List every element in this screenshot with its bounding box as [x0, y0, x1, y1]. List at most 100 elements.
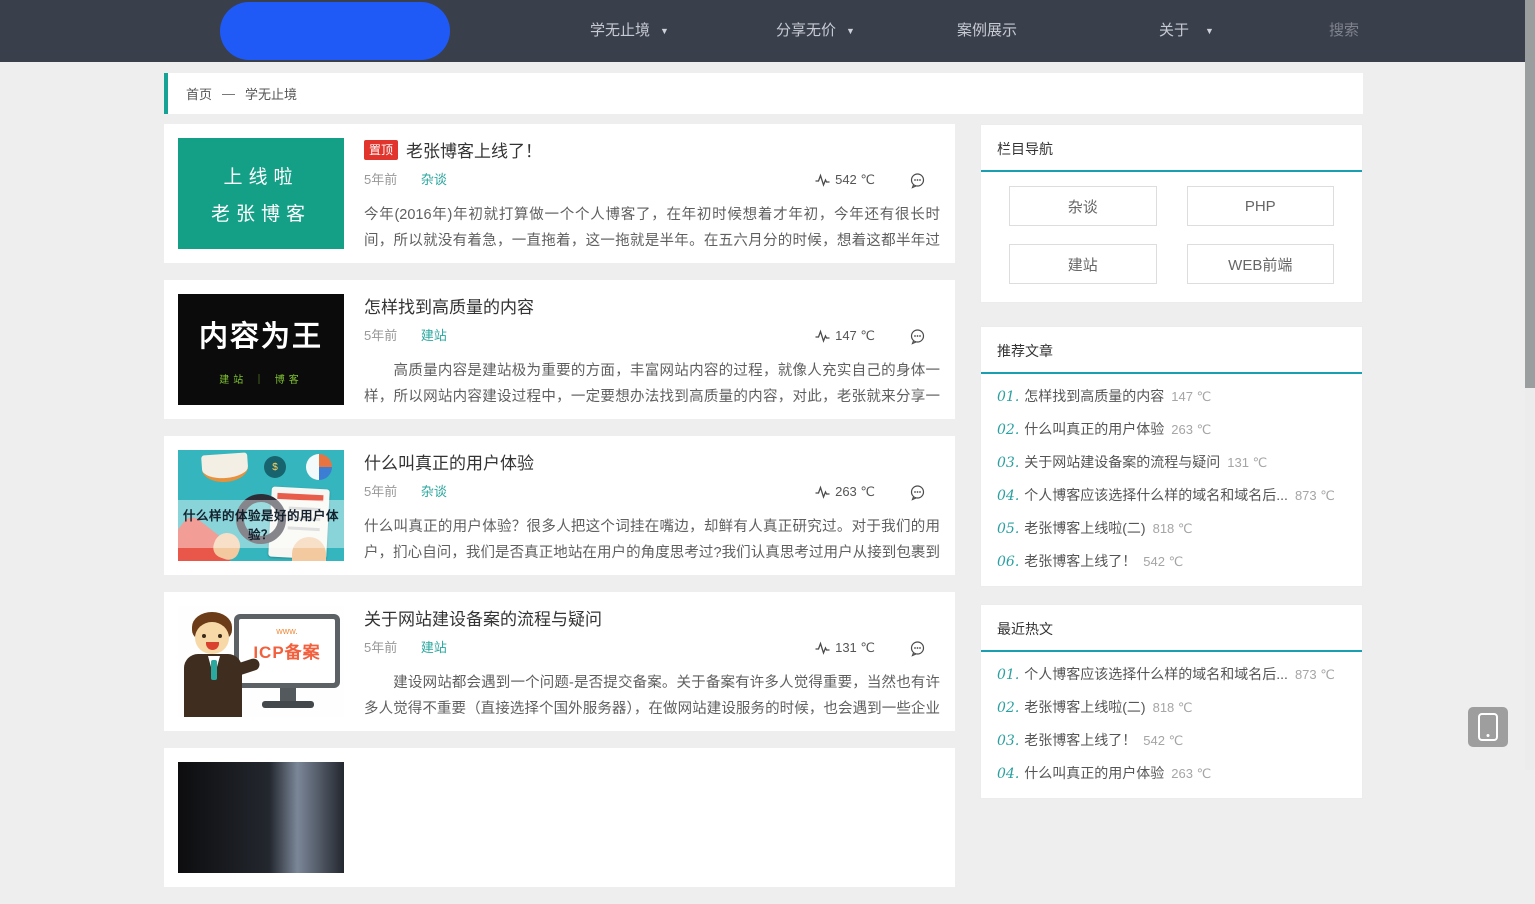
item-title: 关于网站建设备案的流程与疑问	[1024, 446, 1220, 479]
breadcrumb-home-link[interactable]: 首页	[186, 84, 212, 103]
item-temperature: 131 ℃	[1227, 446, 1267, 479]
item-title: 老张博客上线啦(二)	[1024, 691, 1145, 724]
hot-item[interactable]: 02. 老张博客上线啦(二) 818 ℃	[981, 691, 1362, 724]
top-navbar: 学无止境▼ 分享无价▼ 案例展示 关于▼ 搜索	[0, 0, 1535, 62]
article-temperature: 131 ℃	[835, 639, 875, 657]
pinned-badge: 置顶	[364, 140, 398, 160]
chevron-down-icon: ▼	[660, 26, 669, 36]
nav-item-learning[interactable]: 学无止境▼	[590, 0, 669, 62]
nav-item-about[interactable]: 关于 ▼	[1159, 0, 1214, 62]
search-label: 搜索	[1329, 22, 1359, 39]
article-thumbnail[interactable]: 内容为王 建站 ｜ 博客	[178, 294, 344, 405]
recommended-item[interactable]: 01. 怎样找到高质量的内容 147 ℃	[981, 380, 1362, 413]
article-thumbnail[interactable]: 上线啦 老张博客	[178, 138, 344, 249]
item-number: 01.	[997, 381, 1019, 413]
chevron-down-icon: ▼	[1205, 26, 1214, 36]
article-title[interactable]: 怎样找到高质量的内容	[364, 293, 534, 318]
item-number: 03.	[997, 725, 1019, 757]
nav-item-label: 关于	[1159, 22, 1189, 39]
nav-item-cases[interactable]: 案例展示	[957, 0, 1017, 62]
item-number: 06.	[997, 546, 1019, 578]
comment-icon[interactable]	[909, 640, 926, 657]
article-thumbnail[interactable]: $ 什么样的体验是好的用户体验？	[178, 450, 344, 561]
category-button-zatan[interactable]: 杂谈	[1009, 186, 1157, 226]
article-category-link[interactable]: 建站	[421, 640, 447, 655]
article-category-link[interactable]: 杂谈	[421, 484, 447, 499]
item-temperature: 542 ℃	[1143, 724, 1183, 757]
recommended-item[interactable]: 03. 关于网站建设备案的流程与疑问 131 ℃	[981, 446, 1362, 479]
item-number: 02.	[997, 692, 1019, 724]
category-button-php[interactable]: PHP	[1187, 186, 1335, 226]
item-title: 老张博客上线了！	[1024, 724, 1136, 757]
recommended-articles-box: 推荐文章 01. 怎样找到高质量的内容 147 ℃ 02. 什么叫真正的用户体验…	[980, 326, 1363, 587]
nav-item-label: 分享无价	[776, 22, 836, 39]
thumb-text: 建站 ｜ 博客	[219, 371, 303, 386]
hot-item[interactable]: 01. 个人博客应该选择什么样的域名和域名后... 873 ℃	[981, 658, 1362, 691]
cartoon-face	[195, 622, 229, 654]
thumb-text: 上线啦	[223, 162, 298, 189]
item-title: 老张博客上线了！	[1024, 545, 1136, 578]
monitor-base	[262, 701, 314, 708]
item-number: 05.	[997, 513, 1019, 545]
category-button-jianzhan[interactable]: 建站	[1009, 244, 1157, 284]
article-date: 5年前	[364, 484, 397, 499]
scrollbar-thumb[interactable]	[1525, 0, 1535, 388]
breadcrumb-separator: —	[222, 86, 235, 101]
comment-icon[interactable]	[909, 484, 926, 501]
site-logo[interactable]	[220, 2, 450, 60]
nav-item-sharing[interactable]: 分享无价▼	[776, 0, 855, 62]
hot-item[interactable]: 03. 老张博客上线了！ 542 ℃	[981, 724, 1362, 757]
recommended-item[interactable]: 05. 老张博客上线啦(二) 818 ℃	[981, 512, 1362, 545]
comment-icon[interactable]	[909, 328, 926, 345]
monitor-illustration: www. ICP备案	[234, 614, 340, 688]
article-title[interactable]: 关于网站建设备案的流程与疑问	[364, 605, 602, 630]
recommended-item[interactable]: 06. 老张博客上线了！ 542 ℃	[981, 545, 1362, 578]
item-temperature: 818 ℃	[1153, 691, 1193, 724]
comment-icon[interactable]	[909, 172, 926, 189]
item-number: 01.	[997, 659, 1019, 691]
nav-item-label: 案例展示	[957, 22, 1017, 39]
recommended-item[interactable]: 02. 什么叫真正的用户体验 263 ℃	[981, 413, 1362, 446]
mobile-view-button[interactable]	[1468, 707, 1508, 747]
article-category-link[interactable]: 杂谈	[421, 172, 447, 187]
category-button-webfrontend[interactable]: WEB前端	[1187, 244, 1335, 284]
pulse-icon	[815, 641, 830, 655]
breadcrumb-current: 学无止境	[245, 84, 297, 103]
item-temperature: 873 ℃	[1295, 479, 1335, 512]
item-number: 04.	[997, 758, 1019, 790]
item-title: 老张博客上线啦(二)	[1024, 512, 1145, 545]
article-thumbnail[interactable]: www. ICP备案	[178, 606, 344, 717]
item-title: 个人博客应该选择什么样的域名和域名后...	[1024, 658, 1288, 691]
article-excerpt: 什么叫真正的用户体验？很多人把这个词挂在嘴边，却鲜有人真正研究过。对于我们的用户…	[364, 514, 940, 566]
item-temperature: 263 ℃	[1171, 757, 1211, 790]
article-card: $ 什么样的体验是好的用户体验？ 什么叫真正的用户体验 5年前 杂谈 263 ℃	[164, 436, 955, 575]
coin-illustration: $	[264, 456, 286, 478]
article-title[interactable]: 什么叫真正的用户体验	[364, 449, 534, 474]
article-card: 上线啦 老张博客 置顶 老张博客上线了！ 5年前 杂谈 542 ℃ 今年(201…	[164, 124, 955, 263]
item-number: 03.	[997, 447, 1019, 479]
article-excerpt: 今年(2016年)年初就打算做一个个人博客了，在年初时候想着才年初，今年还有很长…	[364, 202, 940, 254]
article-temperature: 147 ℃	[835, 327, 875, 345]
recommended-item[interactable]: 04. 个人博客应该选择什么样的域名和域名后... 873 ℃	[981, 479, 1362, 512]
search-button[interactable]: 搜索	[1329, 0, 1359, 62]
mobile-phone-icon	[1478, 713, 1498, 741]
article-excerpt: 高质量内容是建站极为重要的方面，丰富网站内容的过程，就像人充实自己的身体一样，所…	[364, 358, 940, 410]
article-temperature: 263 ℃	[835, 483, 875, 501]
breadcrumb: 首页 — 学无止境	[164, 73, 1363, 114]
article-title[interactable]: 老张博客上线了！	[406, 137, 542, 162]
item-title: 什么叫真正的用户体验	[1024, 413, 1164, 446]
monitor-stand	[280, 688, 296, 702]
item-title: 什么叫真正的用户体验	[1024, 757, 1164, 790]
article-card-partial	[164, 748, 955, 887]
category-nav-box: 栏目导航 杂谈 PHP 建站 WEB前端	[980, 124, 1363, 303]
item-title: 个人博客应该选择什么样的域名和域名后...	[1024, 479, 1288, 512]
article-category-link[interactable]: 建站	[421, 328, 447, 343]
article-excerpt: 建设网站都会遇到一个问题-是否提交备案。关于备案有许多人觉得重要，当然也有许多人…	[364, 670, 940, 722]
article-thumbnail[interactable]	[178, 762, 344, 873]
item-temperature: 873 ℃	[1295, 658, 1335, 691]
article-temperature: 542 ℃	[835, 171, 875, 189]
hot-item[interactable]: 04. 什么叫真正的用户体验 263 ℃	[981, 757, 1362, 790]
item-temperature: 542 ℃	[1143, 545, 1183, 578]
item-number: 04.	[997, 480, 1019, 512]
item-temperature: 818 ℃	[1153, 512, 1193, 545]
